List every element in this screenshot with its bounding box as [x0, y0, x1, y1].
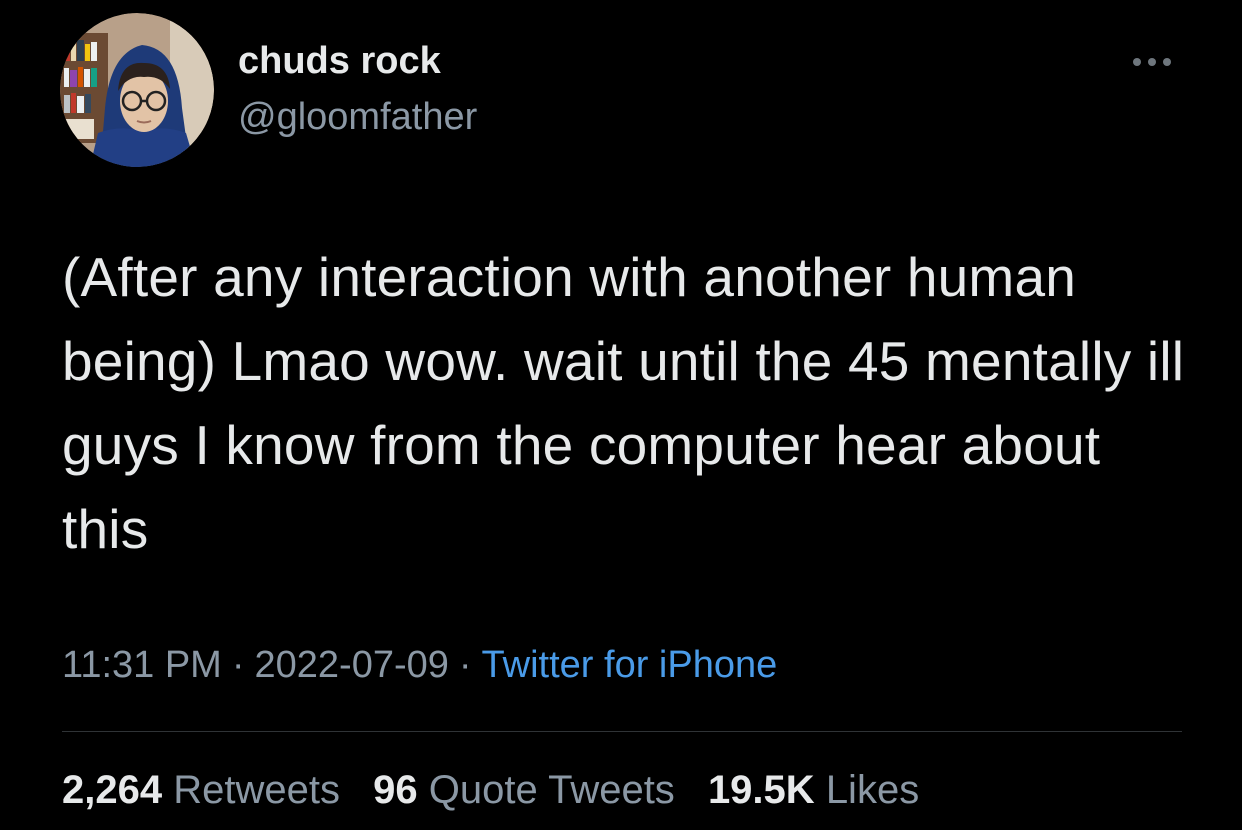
user-handle: @gloomfather	[238, 96, 478, 138]
quotes-label: Quote Tweets	[428, 768, 675, 812]
tweet-meta: 11:31 PM · 2022-07-09 · Twitter for iPhone	[62, 644, 777, 687]
display-name[interactable]: chuds rock	[238, 40, 441, 83]
quote-tweets-stat[interactable]: 96 Quote Tweets	[373, 768, 675, 813]
profile-avatar[interactable]	[60, 13, 214, 167]
quotes-count: 96	[373, 768, 418, 812]
retweets-count: 2,264	[62, 768, 163, 812]
avatar-photo	[60, 13, 214, 167]
retweets-label: Retweets	[173, 768, 340, 812]
tweet-date: 2022-07-09	[254, 644, 449, 686]
tweet-time: 11:31 PM	[62, 644, 222, 686]
retweets-stat[interactable]: 2,264 Retweets	[62, 768, 340, 813]
tweet-stats: 2,264 Retweets 96 Quote Tweets 19.5K Lik…	[62, 768, 941, 813]
meta-separator: ·	[231, 644, 245, 686]
meta-separator: ·	[458, 644, 472, 686]
tweet-card: chuds rock @gloomfather (After any inter…	[0, 0, 1242, 830]
likes-stat[interactable]: 19.5K Likes	[708, 768, 919, 813]
likes-label: Likes	[825, 768, 920, 812]
likes-count: 19.5K	[707, 768, 815, 812]
tweet-source-link[interactable]: Twitter for iPhone	[482, 644, 778, 686]
divider	[62, 731, 1182, 732]
tweet-text: (After any interaction with another huma…	[62, 246, 1185, 560]
more-horizontal-icon[interactable]	[1128, 52, 1176, 72]
